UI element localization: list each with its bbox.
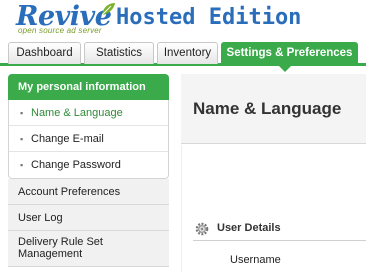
sidebar-item-account-preferences[interactable]: Account Preferences bbox=[8, 179, 169, 205]
tab-inventory[interactable]: Inventory bbox=[157, 42, 218, 64]
section-title: User Details bbox=[217, 222, 281, 234]
tab-statistics[interactable]: Statistics bbox=[84, 42, 154, 64]
username-label: Username bbox=[230, 254, 281, 266]
sidebar-item-label: Name & Language bbox=[31, 107, 123, 119]
logo-tagline: open source ad server bbox=[18, 26, 102, 35]
leaf-icon bbox=[101, 3, 115, 16]
bullet-icon: ▪ bbox=[20, 134, 24, 144]
sidebar-item-change-email[interactable]: ▪ Change E-mail bbox=[9, 126, 168, 152]
active-tab-pointer bbox=[279, 66, 291, 72]
main-tabs: Dashboard Statistics Inventory Settings … bbox=[0, 42, 366, 66]
bullet-icon: ▪ bbox=[20, 160, 24, 170]
sidebar-item-label: Change Password bbox=[31, 159, 121, 171]
sidebar-item-label: Change E-mail bbox=[31, 133, 104, 145]
tab-dashboard[interactable]: Dashboard bbox=[8, 42, 81, 64]
user-details-section-header: User Details bbox=[193, 219, 366, 241]
sidebar-submenu: ▪ Name & Language ▪ Change E-mail ▪ Chan… bbox=[8, 100, 169, 179]
sidebar-section-personal-info[interactable]: My personal information bbox=[8, 74, 169, 100]
bullet-icon: ▪ bbox=[20, 108, 24, 118]
tab-settings-preferences[interactable]: Settings & Preferences bbox=[221, 42, 358, 64]
revive-logo[interactable]: Revive open source ad server bbox=[14, 2, 118, 36]
sidebar: My personal information ▪ Name & Languag… bbox=[8, 74, 169, 267]
gear-icon bbox=[195, 222, 209, 236]
content-area bbox=[181, 145, 366, 272]
edition-title: Hosted Edition bbox=[116, 5, 302, 30]
sidebar-item-delivery-rule-sets[interactable]: Delivery Rule Set Management bbox=[8, 231, 169, 267]
sidebar-item-user-log[interactable]: User Log bbox=[8, 205, 169, 231]
sidebar-item-name-language[interactable]: ▪ Name & Language bbox=[9, 100, 168, 126]
page-header: Name & Language bbox=[181, 74, 366, 144]
brand-header: Revive open source ad server Hosted Edit… bbox=[4, 2, 364, 36]
sidebar-item-change-password[interactable]: ▪ Change Password bbox=[9, 152, 168, 178]
page-title: Name & Language bbox=[193, 99, 342, 118]
